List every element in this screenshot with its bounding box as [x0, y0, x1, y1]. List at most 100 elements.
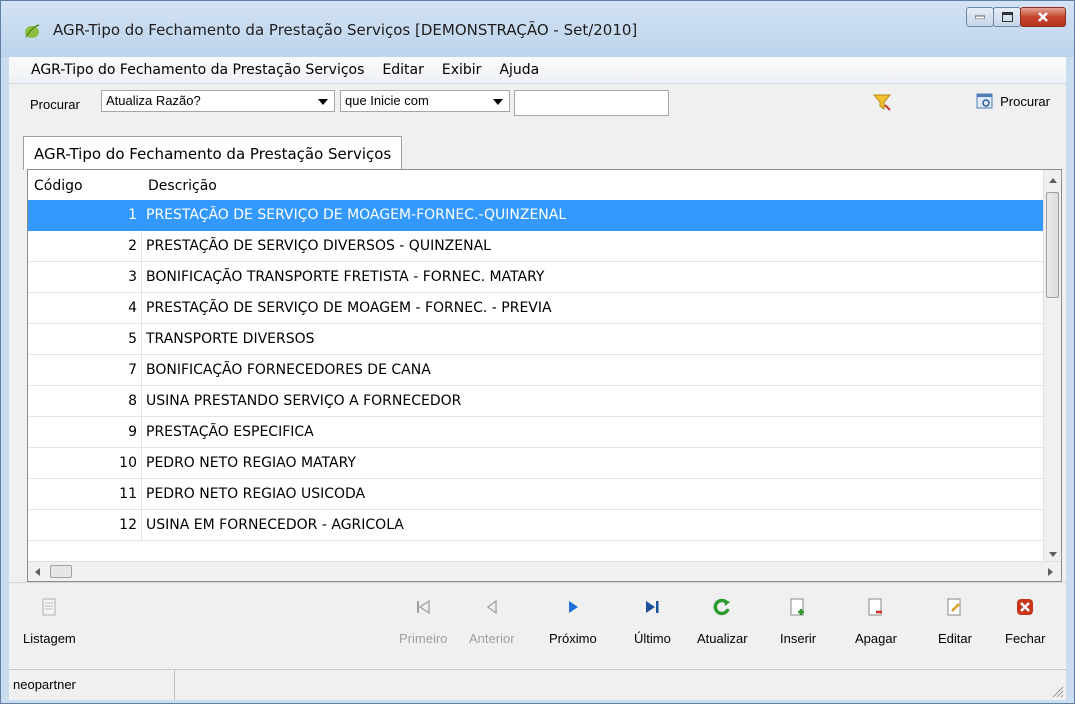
- procurar-button[interactable]: Procurar: [976, 92, 1050, 110]
- last-record-icon: [646, 601, 659, 613]
- search-bar: Procurar Atualiza Razão? que Inicie com …: [9, 84, 1066, 123]
- close-window-button[interactable]: [1020, 7, 1066, 27]
- cell-descricao: USINA PRESTANDO SERVIÇO A FORNECEDOR: [146, 393, 462, 409]
- primeiro-button[interactable]: Primeiro: [399, 597, 447, 646]
- table-row[interactable]: 3 BONIFICAÇÃO TRANSPORTE FRETISTA - FORNE…: [28, 262, 1043, 293]
- previous-record-icon: [486, 599, 497, 615]
- search-condition-select[interactable]: que Inicie com: [340, 90, 510, 112]
- search-field-value: Atualiza Razão?: [106, 93, 201, 108]
- anterior-label: Anterior: [469, 631, 515, 646]
- table-row[interactable]: 4 PRESTAÇÃO DE SERVIÇO DE MOAGEM - FORNEC…: [28, 293, 1043, 324]
- scroll-up-icon[interactable]: [1049, 178, 1057, 183]
- cell-codigo: 10: [28, 448, 142, 478]
- minimize-icon: [975, 15, 985, 19]
- title-bar[interactable]: AGR-Tipo do Fechamento da Prestação Serv…: [1, 1, 1074, 57]
- table-row[interactable]: 8 USINA PRESTANDO SERVIÇO A FORNECEDOR: [28, 386, 1043, 417]
- vertical-scrollbar[interactable]: [1043, 170, 1061, 563]
- editar-button[interactable]: Editar: [938, 597, 972, 646]
- scroll-right-icon[interactable]: [1048, 568, 1053, 576]
- cell-descricao: BONIFICAÇÃO FORNECEDORES DE CANA: [146, 362, 431, 378]
- editar-label: Editar: [938, 631, 972, 646]
- resize-grip-icon[interactable]: [1050, 684, 1064, 698]
- delete-record-icon: [868, 598, 882, 616]
- cell-descricao: PRESTAÇÃO ESPECIFICA: [146, 424, 314, 440]
- table-row[interactable]: 12 USINA EM FORNECEDOR - AGRICOLA: [28, 510, 1043, 541]
- ultimo-button[interactable]: Último: [634, 597, 671, 646]
- menu-item-editar[interactable]: Editar: [382, 62, 423, 78]
- grid-header: Código Descrição: [28, 170, 1043, 200]
- menu-item-main[interactable]: AGR-Tipo do Fechamento da Prestação Serv…: [31, 62, 364, 78]
- table-row[interactable]: 9 PRESTAÇÃO ESPECIFICA: [28, 417, 1043, 448]
- cell-codigo: 11: [28, 479, 142, 509]
- menu-item-exibir[interactable]: Exibir: [442, 62, 482, 78]
- status-user: neopartner: [9, 670, 175, 700]
- menu-item-ajuda[interactable]: Ajuda: [499, 62, 539, 78]
- ultimo-label: Último: [634, 631, 671, 646]
- app-leaf-icon: [25, 24, 40, 38]
- cell-codigo: 12: [28, 510, 142, 540]
- search-window-icon: [976, 93, 993, 109]
- cell-descricao: PRESTAÇÃO DE SERVIÇO DIVERSOS - QUINZENA…: [146, 238, 491, 254]
- menu-bar: AGR-Tipo do Fechamento da Prestação Serv…: [9, 57, 1066, 84]
- filter-icon[interactable]: [873, 93, 891, 111]
- scroll-down-icon[interactable]: [1049, 552, 1057, 557]
- search-label: Procurar: [30, 97, 80, 112]
- table-row[interactable]: 10 PEDRO NETO REGIAO MATARY: [28, 448, 1043, 479]
- column-header-codigo[interactable]: Código: [34, 178, 83, 194]
- atualizar-label: Atualizar: [697, 631, 748, 646]
- grid-rows: 1 PRESTAÇÃO DE SERVIÇO DE MOAGEM-FORNEC.-…: [28, 200, 1043, 541]
- insert-record-icon: [790, 598, 805, 616]
- vertical-scroll-thumb[interactable]: [1046, 192, 1059, 298]
- first-record-icon: [417, 599, 430, 615]
- maximize-icon: [1001, 12, 1013, 22]
- table-row[interactable]: 5 TRANSPORTE DIVERSOS: [28, 324, 1043, 355]
- close-icon: [1038, 12, 1048, 22]
- tab-main[interactable]: AGR-Tipo do Fechamento da Prestação Serv…: [23, 136, 403, 170]
- fechar-label: Fechar: [1005, 631, 1046, 646]
- cell-codigo: 2: [28, 231, 142, 261]
- apagar-button[interactable]: Apagar: [855, 597, 897, 646]
- bottom-toolbar: Listagem Primeiro Anterior Próximo Últim…: [9, 582, 1066, 669]
- document-icon: [42, 598, 56, 616]
- search-field-select[interactable]: Atualiza Razão?: [101, 90, 335, 112]
- cell-codigo: 7: [28, 355, 142, 385]
- cell-codigo: 9: [28, 417, 142, 447]
- procurar-label: Procurar: [1000, 93, 1050, 109]
- fechar-button[interactable]: Fechar: [1005, 597, 1045, 646]
- apagar-label: Apagar: [855, 631, 897, 646]
- listagem-label: Listagem: [23, 631, 76, 646]
- horizontal-scroll-thumb[interactable]: [50, 565, 72, 578]
- primeiro-label: Primeiro: [399, 631, 448, 646]
- proximo-button[interactable]: Próximo: [549, 597, 597, 646]
- inserir-button[interactable]: Inserir: [780, 597, 816, 646]
- cell-codigo: 3: [28, 262, 142, 292]
- column-header-descricao[interactable]: Descrição: [148, 178, 217, 194]
- cell-descricao: PEDRO NETO REGIAO MATARY: [146, 455, 356, 471]
- cell-descricao: BONIFICAÇÃO TRANSPORTE FRETISTA - FORNEC…: [146, 269, 545, 285]
- dropdown-arrow-icon: [318, 99, 328, 105]
- status-bar: neopartner: [9, 669, 1066, 700]
- table-row[interactable]: 2 PRESTAÇÃO DE SERVIÇO DIVERSOS - QUINZEN…: [28, 231, 1043, 262]
- minimize-button[interactable]: [966, 7, 994, 27]
- table-row[interactable]: 11 PEDRO NETO REGIAO USICODA: [28, 479, 1043, 510]
- anterior-button[interactable]: Anterior: [469, 597, 515, 646]
- content-area: AGR-Tipo do Fechamento da Prestação Serv…: [9, 122, 1066, 582]
- window-title: AGR-Tipo do Fechamento da Prestação Serv…: [53, 21, 638, 39]
- refresh-icon: [713, 598, 731, 616]
- horizontal-scrollbar[interactable]: [28, 561, 1061, 581]
- maximize-button[interactable]: [993, 7, 1021, 27]
- cell-codigo: 4: [28, 293, 142, 323]
- cell-descricao: TRANSPORTE DIVERSOS: [146, 331, 315, 347]
- search-text-input[interactable]: [514, 90, 669, 116]
- cell-descricao: USINA EM FORNECEDOR - AGRICOLA: [146, 517, 404, 533]
- dropdown-arrow-icon: [493, 99, 503, 105]
- proximo-label: Próximo: [549, 631, 597, 646]
- table-row[interactable]: 1 PRESTAÇÃO DE SERVIÇO DE MOAGEM-FORNEC.-…: [28, 200, 1043, 231]
- scroll-left-icon[interactable]: [35, 568, 40, 576]
- table-row[interactable]: 7 BONIFICAÇÃO FORNECEDORES DE CANA: [28, 355, 1043, 386]
- atualizar-button[interactable]: Atualizar: [697, 597, 748, 646]
- main-window: AGR-Tipo do Fechamento da Prestação Serv…: [0, 0, 1075, 704]
- listagem-button[interactable]: Listagem: [23, 597, 76, 646]
- data-grid: Código Descrição 1 PRESTAÇÃO DE SERVIÇO D…: [27, 169, 1062, 582]
- edit-record-icon: [947, 598, 961, 616]
